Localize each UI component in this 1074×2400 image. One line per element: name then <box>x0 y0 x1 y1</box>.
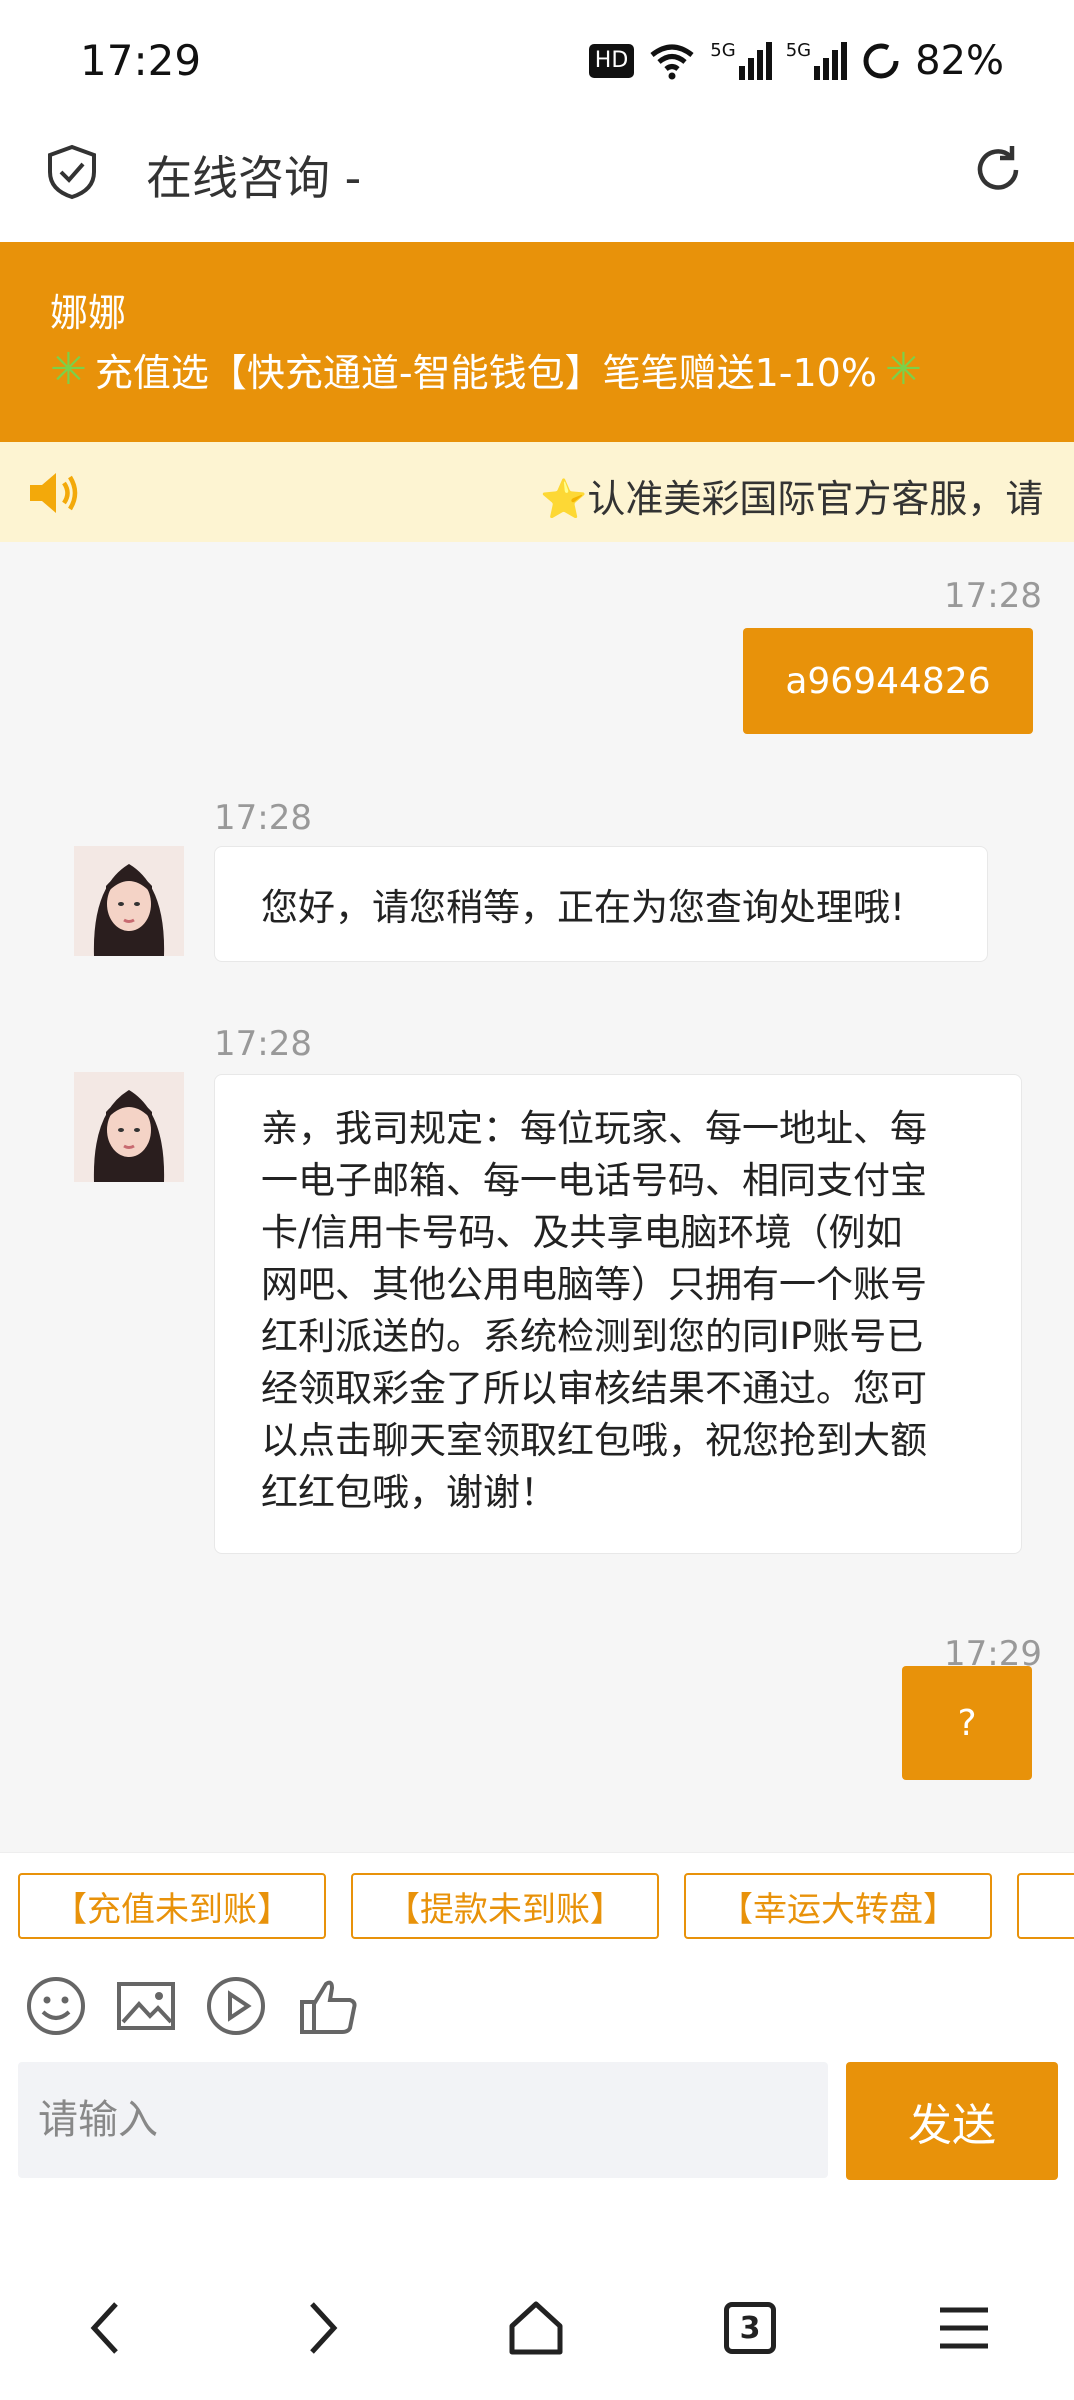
chat-area[interactable]: 17:28 a96944826 17:28 您好，请您稍等，正在为您查询处理哦!… <box>0 542 1074 1852</box>
home-icon <box>509 2301 563 2355</box>
quick-reply-withdraw[interactable]: 【提款未到账】 <box>351 1873 659 1939</box>
outgoing-message: ? <box>902 1666 1032 1780</box>
agent-avatar-image <box>74 846 184 956</box>
signal-2-icon: 5G <box>786 42 848 80</box>
thumbs-up-icon[interactable] <box>296 1974 360 2038</box>
quick-replies: 【充值未到账】 【提款未到账】 【幸运大转盘】 <box>0 1852 1074 1962</box>
browser-nav: 3 <box>0 2192 1074 2400</box>
emoji-icon[interactable] <box>24 1974 88 2038</box>
notice-bar: ⭐认准美彩国际官方客服，请 <box>0 442 1074 542</box>
message-line: 亲，我司规定：每位玩家、每一地址、每 <box>261 1107 927 1150</box>
message-time: 17:28 <box>944 576 1042 616</box>
send-button[interactable]: 发送 <box>846 2062 1058 2180</box>
signal-1-icon: 5G <box>710 42 772 80</box>
quick-reply-wheel[interactable]: 【幸运大转盘】 <box>684 1873 992 1939</box>
notice-marquee: ⭐认准美彩国际官方客服，请 <box>540 477 1044 518</box>
battery-ring-icon <box>863 43 899 79</box>
incoming-message: 您好，请您稍等，正在为您查询处理哦! <box>214 846 988 962</box>
speaker-icon <box>30 473 78 513</box>
chat-header: 在线咨询 - <box>0 120 1074 240</box>
message-text: 您好，请您稍等，正在为您查询处理哦! <box>261 886 905 929</box>
tab-count: 3 <box>739 2310 761 2346</box>
message-line: 以点击聊天室领取红包哦，祝您抢到大额 <box>261 1419 927 1462</box>
incoming-message: 亲，我司规定：每位玩家、每一地址、每 一电子邮箱、每一电话号码、相同支付宝 卡/… <box>214 1074 1022 1554</box>
message-line: 经领取彩金了所以审核结果不通过。您可 <box>261 1367 927 1410</box>
home-button[interactable] <box>496 2288 576 2368</box>
video-icon[interactable] <box>204 1974 268 2038</box>
quick-reply-recharge[interactable]: 【充值未到账】 <box>18 1873 326 1939</box>
back-button[interactable] <box>66 2288 146 2368</box>
message-line: 一电子邮箱、每一电话号码、相同支付宝 <box>261 1159 927 1202</box>
avatar[interactable] <box>74 1072 184 1182</box>
wifi-icon <box>650 44 694 80</box>
outgoing-message: a96944826 <box>743 628 1033 734</box>
message-time: 17:28 <box>214 1024 312 1064</box>
promo-line: ✳ 充值选【快充通道-智能钱包】笔笔赠送1-10% ✳ <box>50 342 922 397</box>
message-line: 红利派送的。系统检测到您的同IP账号已 <box>261 1315 924 1358</box>
sparkle-icon: ✳ <box>884 344 922 395</box>
hamburger-menu-icon <box>940 2307 988 2349</box>
agent-name: 娜娜 <box>50 291 127 335</box>
tabs-button[interactable]: 3 <box>710 2288 790 2368</box>
message-line: 网吧、其他公用电脑等）只拥有一个账号 <box>261 1263 927 1306</box>
agent-banner: 娜娜 ✳ 充值选【快充通道-智能钱包】笔笔赠送1-10% ✳ <box>0 242 1074 442</box>
menu-button[interactable] <box>924 2288 1004 2368</box>
battery-percent: 82% <box>915 38 1004 84</box>
chevron-left-icon <box>90 2302 118 2354</box>
hd-badge-icon: HD <box>588 44 635 78</box>
agent-avatar-image <box>74 1072 184 1182</box>
message-time: 17:28 <box>214 798 312 838</box>
status-icons: HD 5G 5G 82% <box>588 36 1004 86</box>
sparkle-icon: ✳ <box>50 344 87 395</box>
avatar[interactable] <box>74 846 184 956</box>
image-icon[interactable] <box>114 1974 178 2038</box>
page-title: 在线咨询 - <box>146 151 362 205</box>
message-text: a96944826 <box>785 660 991 702</box>
status-bar: 17:29 HD 5G 5G 82% <box>0 0 1074 120</box>
status-time: 17:29 <box>80 36 202 85</box>
input-row: 发送 <box>0 2062 1074 2192</box>
chevron-right-icon <box>310 2302 338 2354</box>
promo-text: 充值选【快充通道-智能钱包】笔笔赠送1-10% <box>94 351 877 395</box>
tabs-icon: 3 <box>724 2302 776 2354</box>
shield-check-icon[interactable] <box>46 144 98 200</box>
message-line: 卡/信用卡号码、及共享电脑环境（例如 <box>261 1211 903 1254</box>
forward-button[interactable] <box>282 2288 362 2368</box>
refresh-icon[interactable] <box>970 142 1026 198</box>
message-input[interactable] <box>18 2062 828 2178</box>
message-line: 红红包哦，谢谢！ <box>261 1471 557 1514</box>
message-text: ? <box>957 1702 977 1744</box>
quick-reply-more[interactable] <box>1017 1873 1074 1939</box>
toolbar <box>0 1962 1074 2062</box>
